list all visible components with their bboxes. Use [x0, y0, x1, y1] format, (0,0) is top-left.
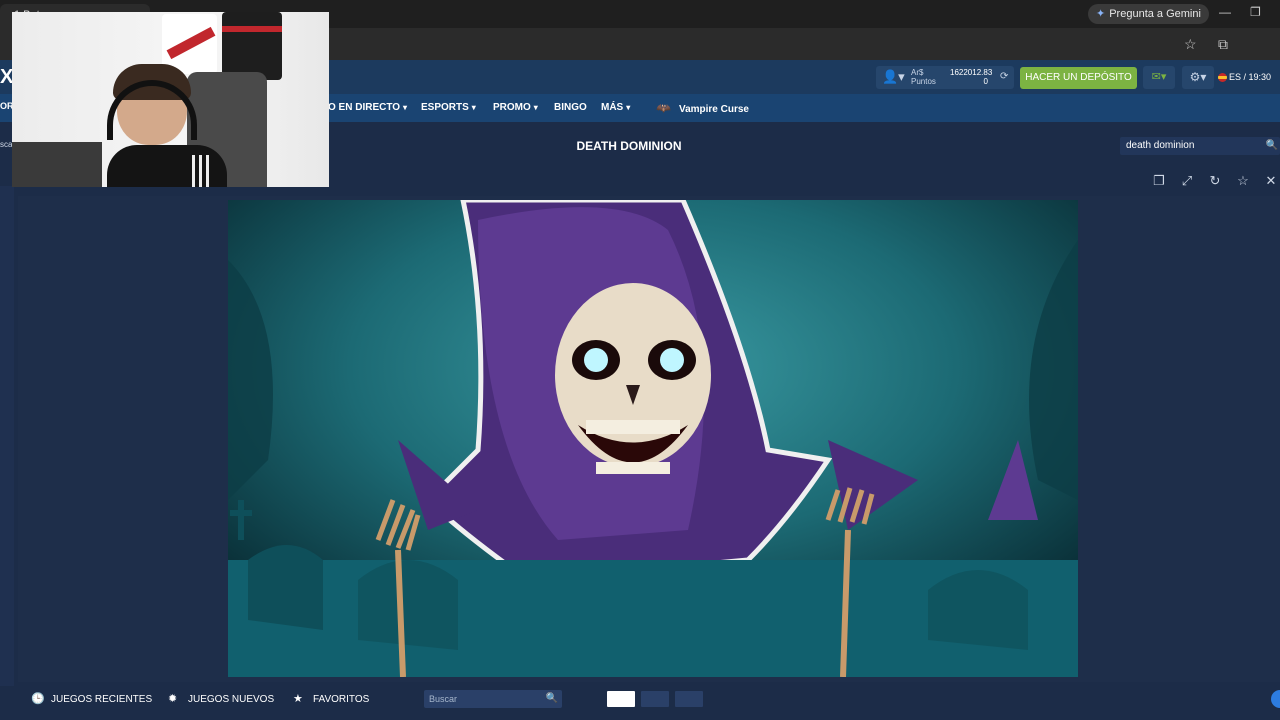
chevron-down-icon: ▾: [471, 103, 476, 112]
nav-item-promo[interactable]: PROMO ▾: [493, 94, 538, 122]
favorite-star-icon[interactable]: ☆: [1232, 170, 1254, 192]
spain-flag-icon: [1218, 73, 1227, 83]
bottom-search-placeholder: Buscar: [429, 694, 458, 704]
minimize-icon[interactable]: —: [1219, 5, 1231, 19]
bookmark-star-icon[interactable]: ☆: [1184, 36, 1197, 53]
gemini-button[interactable]: ✦ Pregunta a Gemini: [1088, 4, 1209, 24]
nav-item-more[interactable]: MÁS ▾: [601, 94, 630, 122]
view-single-button[interactable]: [607, 691, 635, 707]
nav-item-esports[interactable]: ESPORTS ▾: [421, 94, 476, 122]
close-icon[interactable]: ✕: [1260, 170, 1280, 192]
settings-gear-icon[interactable]: ⚙▾: [1182, 66, 1214, 89]
left-sidebar-strip: [0, 186, 14, 686]
nav-item-live[interactable]: O EN DIRECTO ▾: [328, 94, 407, 122]
nav-label: BINGO: [554, 102, 587, 113]
search-icon[interactable]: 🔍: [546, 690, 558, 708]
gemini-icon: ✦: [1096, 8, 1106, 20]
game-search-value: death dominion: [1126, 140, 1195, 151]
search-icon[interactable]: 🔍: [1266, 137, 1278, 155]
favorites-tab[interactable]: ★ FAVORITOS: [293, 692, 369, 707]
game-search-input[interactable]: death dominion 🔍: [1120, 137, 1280, 155]
webcam-overlay: [12, 12, 329, 187]
reaper-illustration: [228, 200, 1078, 677]
nav-label: Vampire Curse: [678, 104, 749, 115]
new-games-label: JUEGOS NUEVOS: [188, 694, 275, 705]
currency-label: Ar$ Puntos: [911, 68, 936, 86]
nav-item-bingo[interactable]: BINGO: [554, 94, 587, 122]
fullscreen-icon[interactable]: ⤢: [1176, 170, 1198, 192]
extensions-icon[interactable]: ⧉: [1218, 36, 1228, 53]
nav-label: PROMO: [493, 102, 531, 113]
chevron-down-icon: ▾: [403, 103, 408, 112]
view-quad-button[interactable]: [675, 691, 703, 707]
user-icon: 👤▾: [882, 69, 905, 84]
window-mode-icon[interactable]: ❐: [1148, 170, 1170, 192]
gemini-label: Pregunta a Gemini: [1109, 8, 1201, 20]
view-double-button[interactable]: [641, 691, 669, 707]
chevron-down-icon: ▾: [626, 103, 631, 112]
new-games-tab[interactable]: ✹ JUEGOS NUEVOS: [168, 692, 274, 707]
nav-label: O EN DIRECTO: [328, 102, 401, 113]
bat-icon: 🦇: [656, 101, 671, 115]
deposit-button[interactable]: HACER UN DEPÓSITO: [1020, 67, 1137, 89]
clock-icon: 🕒: [31, 693, 45, 705]
chevron-down-icon: ▾: [533, 103, 538, 112]
game-splash-image[interactable]: [228, 200, 1078, 677]
points-label: Puntos: [911, 77, 936, 86]
currency: Ar$: [911, 68, 924, 77]
language-time-selector[interactable]: ES / 19:30: [1218, 66, 1280, 89]
account-balance-box[interactable]: 👤▾ Ar$ Puntos 1622012.83 0 ⟳: [876, 66, 1014, 89]
recent-games-label: JUEGOS RECIENTES: [51, 694, 153, 705]
bottom-search-input[interactable]: Buscar 🔍: [424, 690, 562, 708]
messages-icon[interactable]: ✉▾: [1143, 66, 1175, 89]
language-time: ES / 19:30: [1229, 72, 1272, 82]
nav-label: ESPORTS: [421, 102, 469, 113]
balance: 1622012.83: [950, 68, 993, 77]
balance-values: 1622012.83 0: [950, 68, 992, 86]
refresh-balance-icon[interactable]: ⟳: [1000, 71, 1008, 82]
nav-label: MÁS: [601, 102, 624, 113]
restore-icon[interactable]: ❐: [1250, 5, 1261, 19]
star-icon: ★: [293, 693, 303, 705]
recent-games-tab[interactable]: 🕒 JUEGOS RECIENTES: [31, 692, 152, 707]
streamer: [107, 60, 227, 187]
nav-item-vampire-curse[interactable]: 🦇 Vampire Curse: [656, 94, 749, 122]
favorites-label: FAVORITOS: [313, 694, 370, 705]
reload-icon[interactable]: ↻: [1204, 170, 1226, 192]
badge-icon: ✹: [168, 693, 178, 705]
black-jersey: [222, 12, 282, 80]
shelf: [12, 142, 102, 187]
points-value: 0: [983, 77, 988, 86]
